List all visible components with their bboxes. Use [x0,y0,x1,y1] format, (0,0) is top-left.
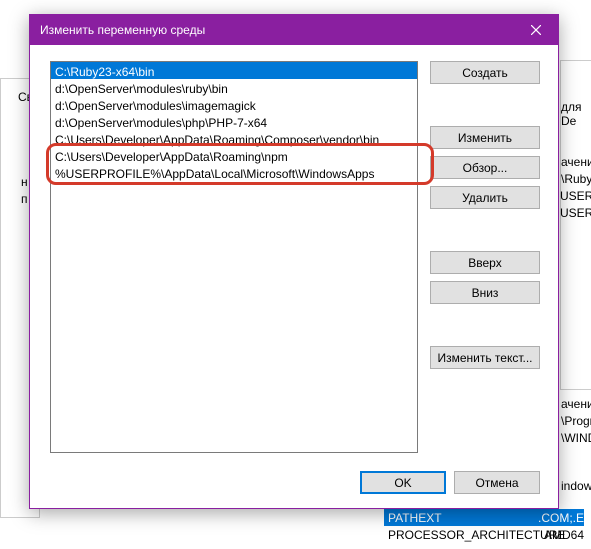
path-item[interactable]: C:\Users\Developer\AppData\Roaming\Compo… [51,130,417,147]
bg-row-arch[interactable]: PROCESSOR_ARCHITECTURE AMD64 [384,526,584,543]
path-item[interactable]: C:\Users\Developer\AppData\Roaming\npm [51,147,417,164]
bg-ruby2: \Ruby2 [561,172,591,186]
delete-button[interactable]: Удалить [430,186,540,209]
path-item[interactable]: C:\Ruby23-x64\bin [51,62,417,79]
titlebar: Изменить переменную среды [30,15,558,45]
move-up-button[interactable]: Вверх [430,251,540,274]
bg-wind: \WIND [561,431,591,445]
cancel-button[interactable]: Отмена [454,471,540,494]
bg-achen2: ачени [561,397,591,411]
path-item[interactable]: d:\OpenServer\modules\imagemagick [51,96,417,113]
edit-env-var-dialog: Изменить переменную среды C:\Ruby23-x64\… [29,14,559,509]
close-icon [531,25,541,35]
bg-progr1: \Progr [561,414,591,428]
button-column: Создать Изменить Обзор... Удалить Вверх … [430,61,540,453]
path-item[interactable]: %USERPROFILE%\AppData\Local\Microsoft\Wi… [51,164,417,181]
bg-cell: PROCESSOR_ARCHITECTURE [384,528,544,542]
bg-cell: AMD64 [544,528,584,542]
path-listbox[interactable]: C:\Ruby23-x64\bind:\OpenServer\modules\r… [50,61,418,453]
browse-button[interactable]: Обзор... [430,156,540,179]
ok-button[interactable]: OK [360,471,446,494]
bg-indow: indow [561,479,591,493]
dialog-footer: OK Отмена [30,465,558,508]
bg-achen: ачени [561,155,591,169]
bg-for-de: для De [561,100,591,128]
bg-h: н [21,175,28,189]
path-item[interactable]: d:\OpenServer\modules\ruby\bin [51,79,417,96]
path-item[interactable]: d:\OpenServer\modules\php\PHP-7-x64 [51,113,417,130]
bg-p: п [21,192,28,206]
dialog-title: Изменить переменную среды [40,23,513,37]
edit-button[interactable]: Изменить [430,126,540,149]
bg-row-pathext[interactable]: PATHEXT .COM;.E [384,509,584,526]
new-button[interactable]: Создать [430,61,540,84]
edit-text-button[interactable]: Изменить текст... [430,346,540,369]
bg-cell: .COM;.E [538,511,584,525]
bg-cell: PATHEXT [384,511,538,525]
close-button[interactable] [513,15,558,45]
bg-sysvars-table: PATHEXT .COM;.E PROCESSOR_ARCHITECTURE A… [384,509,584,543]
bg-userp1: USERP [560,189,591,203]
move-down-button[interactable]: Вниз [430,281,540,304]
bg-userp2: USERP [560,206,591,220]
